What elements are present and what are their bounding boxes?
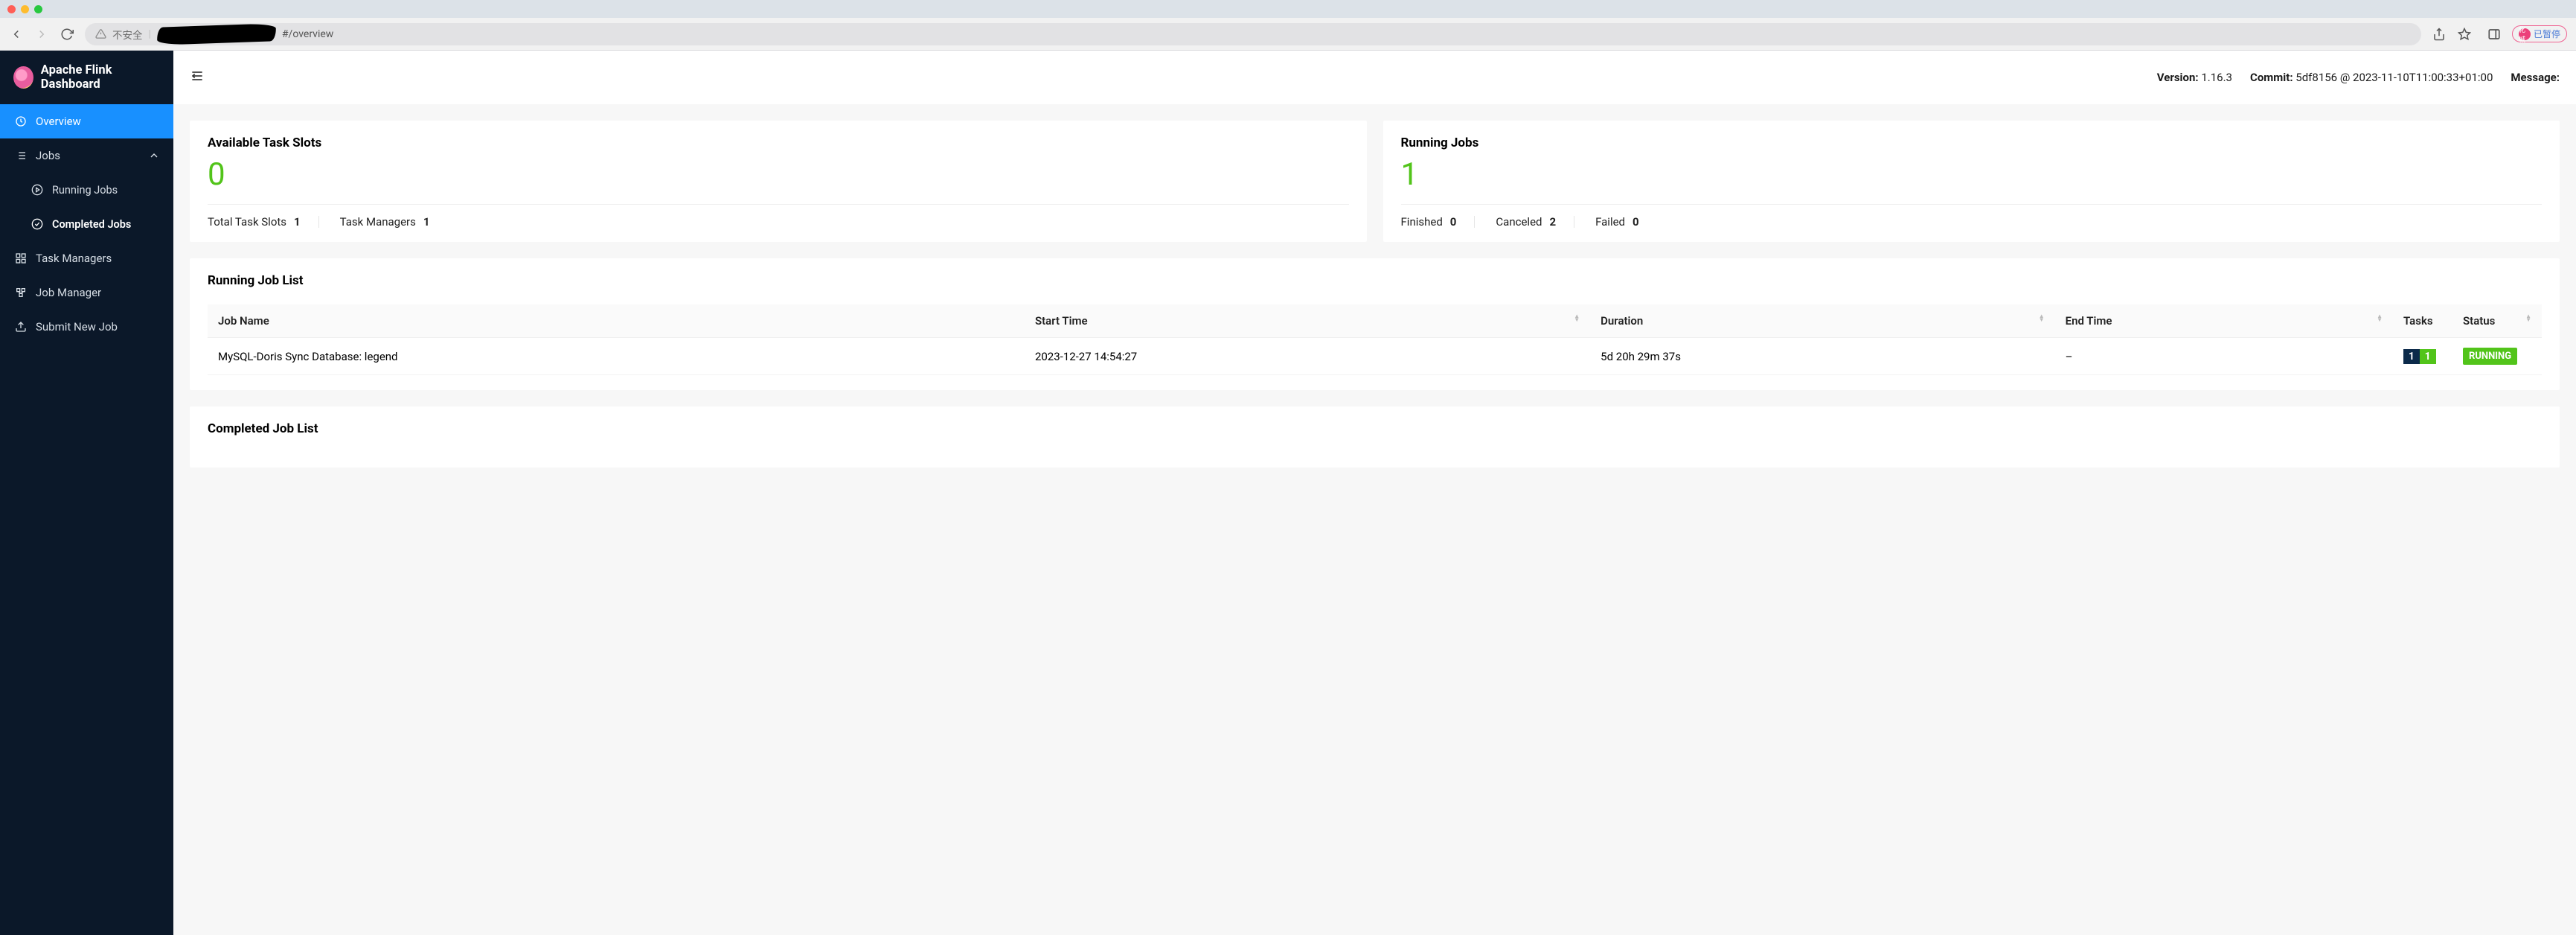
task-badge-running: 1	[2420, 349, 2436, 364]
task-badge-total: 1	[2403, 349, 2420, 364]
tab-strip[interactable]	[51, 0, 2569, 18]
sidebar-item-completed-jobs[interactable]: Completed Jobs	[0, 207, 173, 241]
sidebar-item-label: Running Jobs	[52, 184, 118, 197]
cluster-icon	[15, 287, 27, 299]
card-title: Available Task Slots	[208, 135, 1349, 150]
window-close-icon[interactable]	[7, 5, 16, 13]
redacted-host	[157, 23, 277, 45]
bookmark-button[interactable]	[2457, 27, 2472, 42]
chevron-up-icon	[148, 150, 160, 162]
panel-title: Running Job List	[208, 273, 2542, 288]
url-path: #/overview	[282, 28, 333, 40]
app-title: Apache Flink Dashboard	[41, 63, 160, 92]
status-badge: RUNNING	[2463, 348, 2517, 365]
col-job-name[interactable]: Job Name	[208, 304, 1025, 338]
cell-job-name: MySQL-Doris Sync Database: legend	[208, 338, 1025, 375]
browser-toolbar: 不安全 | #/overview 化城 已暂停	[0, 18, 2576, 51]
sidebar-item-label: Jobs	[36, 149, 60, 162]
running-jobs-value: 1	[1401, 158, 2543, 192]
task-managers-value: 1	[423, 215, 430, 229]
window-controls[interactable]	[7, 5, 42, 13]
sidebar-item-label: Overview	[36, 115, 81, 128]
running-jobs-table: Job Name Start Time▲▼ Duration▲▼ End Tim…	[208, 304, 2542, 375]
flink-logo-icon	[13, 66, 33, 89]
cell-tasks: 11	[2393, 338, 2452, 375]
profile-avatar-icon: 化城	[2519, 28, 2531, 40]
menu-fold-icon	[190, 68, 205, 83]
sidebar: Apache Flink Dashboard Overview Jobs Run…	[0, 51, 173, 935]
sort-icon[interactable]: ▲▼	[2039, 314, 2045, 322]
col-duration[interactable]: Duration▲▼	[1590, 304, 2054, 338]
sidebar-item-job-manager[interactable]: Job Manager	[0, 275, 173, 310]
cell-start-time: 2023-12-27 14:54:27	[1025, 338, 1590, 375]
col-status[interactable]: Status▲▼	[2452, 304, 2542, 338]
main-content: Version: 1.16.3 Commit: 5df8156 @ 2023-1…	[173, 51, 2576, 935]
table-row[interactable]: MySQL-Doris Sync Database: legend 2023-1…	[208, 338, 2542, 375]
forward-button[interactable]	[34, 27, 49, 42]
panel-title: Completed Job List	[208, 421, 2542, 436]
cell-end-time: –	[2055, 338, 2393, 375]
total-slots-label: Total Task Slots	[208, 215, 286, 229]
col-end-time[interactable]: End Time▲▼	[2055, 304, 2393, 338]
col-tasks[interactable]: Tasks	[2393, 304, 2452, 338]
sidebar-item-label: Submit New Job	[36, 320, 118, 334]
available-slots-value: 0	[208, 158, 1349, 192]
version-value: 1.16.3	[2201, 71, 2232, 84]
card-title: Running Jobs	[1401, 135, 2543, 150]
profile-status: 已暂停	[2534, 28, 2560, 40]
commit-value: 5df8156 @ 2023-11-10T11:00:33+01:00	[2295, 71, 2493, 84]
reload-button[interactable]	[60, 27, 74, 42]
back-button[interactable]	[9, 27, 24, 42]
browser-tab-strip	[0, 0, 2576, 18]
sidebar-item-overview[interactable]: Overview	[0, 104, 173, 138]
card-running-jobs: Running Jobs 1 Finished 0 Canceled 2 Faile…	[1383, 121, 2560, 242]
canceled-value: 2	[1549, 215, 1556, 229]
panel-button[interactable]	[2487, 27, 2502, 42]
sort-icon[interactable]: ▲▼	[2377, 314, 2383, 322]
sidebar-item-submit-job[interactable]: Submit New Job	[0, 310, 173, 344]
total-slots-value: 1	[294, 215, 301, 229]
dashboard-icon	[15, 115, 27, 127]
collapse-sidebar-button[interactable]	[190, 68, 205, 86]
sort-icon[interactable]: ▲▼	[2525, 314, 2531, 322]
completed-job-list-panel: Completed Job List	[190, 406, 2560, 468]
window-minimize-icon[interactable]	[21, 5, 29, 13]
list-icon	[15, 150, 27, 162]
finished-label: Finished	[1401, 215, 1443, 229]
sidebar-item-running-jobs[interactable]: Running Jobs	[0, 173, 173, 207]
finished-value: 0	[1450, 215, 1457, 229]
cell-status: RUNNING	[2452, 338, 2542, 375]
canceled-label: Canceled	[1496, 215, 1542, 229]
sort-icon[interactable]: ▲▼	[1574, 314, 1580, 322]
insecure-icon	[95, 28, 106, 39]
col-start-time[interactable]: Start Time▲▼	[1025, 304, 1590, 338]
sidebar-item-label: Task Managers	[36, 252, 112, 265]
sidebar-item-label: Completed Jobs	[52, 218, 131, 231]
failed-label: Failed	[1595, 215, 1625, 229]
message-label: Message:	[2511, 71, 2560, 84]
profile-badge[interactable]: 化城 已暂停	[2512, 25, 2567, 42]
card-task-slots: Available Task Slots 0 Total Task Slots 1…	[190, 121, 1367, 242]
running-job-list-panel: Running Job List Job Name Start Time▲▼ D…	[190, 258, 2560, 390]
check-circle-icon	[31, 218, 43, 230]
cell-duration: 5d 20h 29m 37s	[1590, 338, 2054, 375]
task-managers-label: Task Managers	[340, 215, 416, 229]
sidebar-item-jobs[interactable]: Jobs	[0, 138, 173, 173]
topbar: Version: 1.16.3 Commit: 5df8156 @ 2023-1…	[173, 51, 2576, 104]
play-circle-icon	[31, 184, 43, 196]
insecure-label: 不安全	[112, 27, 143, 42]
share-button[interactable]	[2432, 27, 2447, 42]
address-bar[interactable]: 不安全 | #/overview	[85, 23, 2421, 45]
grid-icon	[15, 252, 27, 264]
sidebar-item-task-managers[interactable]: Task Managers	[0, 241, 173, 275]
sidebar-item-label: Job Manager	[36, 286, 101, 299]
upload-icon	[15, 321, 27, 333]
version-label: Version:	[2157, 71, 2199, 84]
commit-label: Commit:	[2250, 71, 2293, 84]
failed-value: 0	[1633, 215, 1639, 229]
app-logo-row[interactable]: Apache Flink Dashboard	[0, 51, 173, 104]
window-maximize-icon[interactable]	[34, 5, 42, 13]
